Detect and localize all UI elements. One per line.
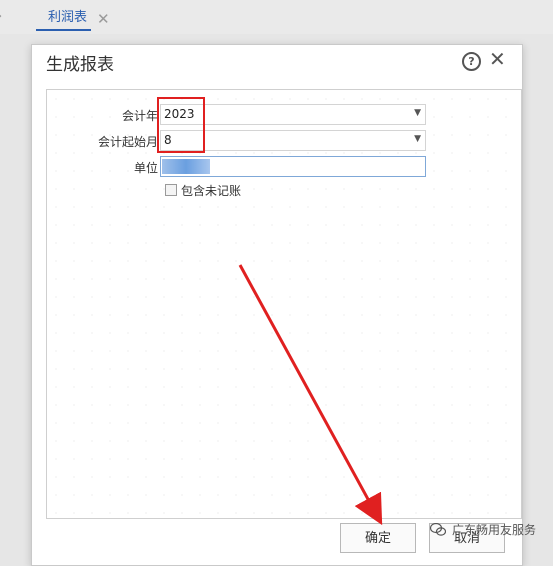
arrow-line — [238, 264, 383, 526]
wechat-icon — [430, 523, 446, 536]
annotation-arrow — [238, 264, 383, 526]
watermark-text: 广东畅用友服务 — [452, 523, 537, 537]
watermark: 广东畅用友服务 — [430, 521, 536, 538]
